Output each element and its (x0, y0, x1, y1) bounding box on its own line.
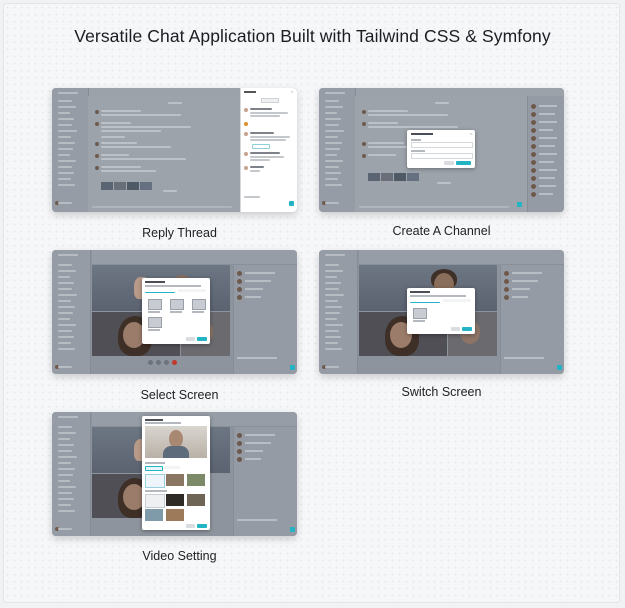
app-sidebar (319, 250, 358, 374)
screenshot-create-channel[interactable]: × (319, 88, 564, 212)
caption-reply-thread: Reply Thread (142, 226, 217, 240)
screenshot-switch-screen[interactable] (319, 250, 564, 374)
chat-area (88, 96, 244, 212)
participants-panel (500, 265, 564, 374)
select-screen-dialog (142, 278, 210, 344)
thread-panel: × (240, 88, 297, 212)
app-sidebar (319, 88, 356, 212)
caption-select-screen: Select Screen (140, 388, 219, 402)
participants-panel (233, 265, 297, 374)
switch-screen-dialog (407, 288, 475, 334)
caption-video-setting: Video Setting (142, 549, 217, 563)
caption-switch-screen: Switch Screen (401, 385, 482, 399)
caption-create-channel: Create A Channel (392, 224, 491, 238)
members-panel (527, 96, 564, 212)
video-setting-dialog (142, 416, 210, 530)
participants-panel (233, 427, 297, 536)
screenshot-reply-thread[interactable]: × (52, 88, 297, 212)
screenshot-video-setting[interactable] (52, 412, 297, 536)
page-title: Versatile Chat Application Built with Ta… (74, 26, 551, 46)
create-channel-dialog: × (407, 130, 475, 168)
app-sidebar (52, 250, 91, 374)
app-sidebar (52, 88, 89, 212)
screenshot-select-screen[interactable] (52, 250, 297, 374)
app-sidebar (52, 412, 91, 536)
